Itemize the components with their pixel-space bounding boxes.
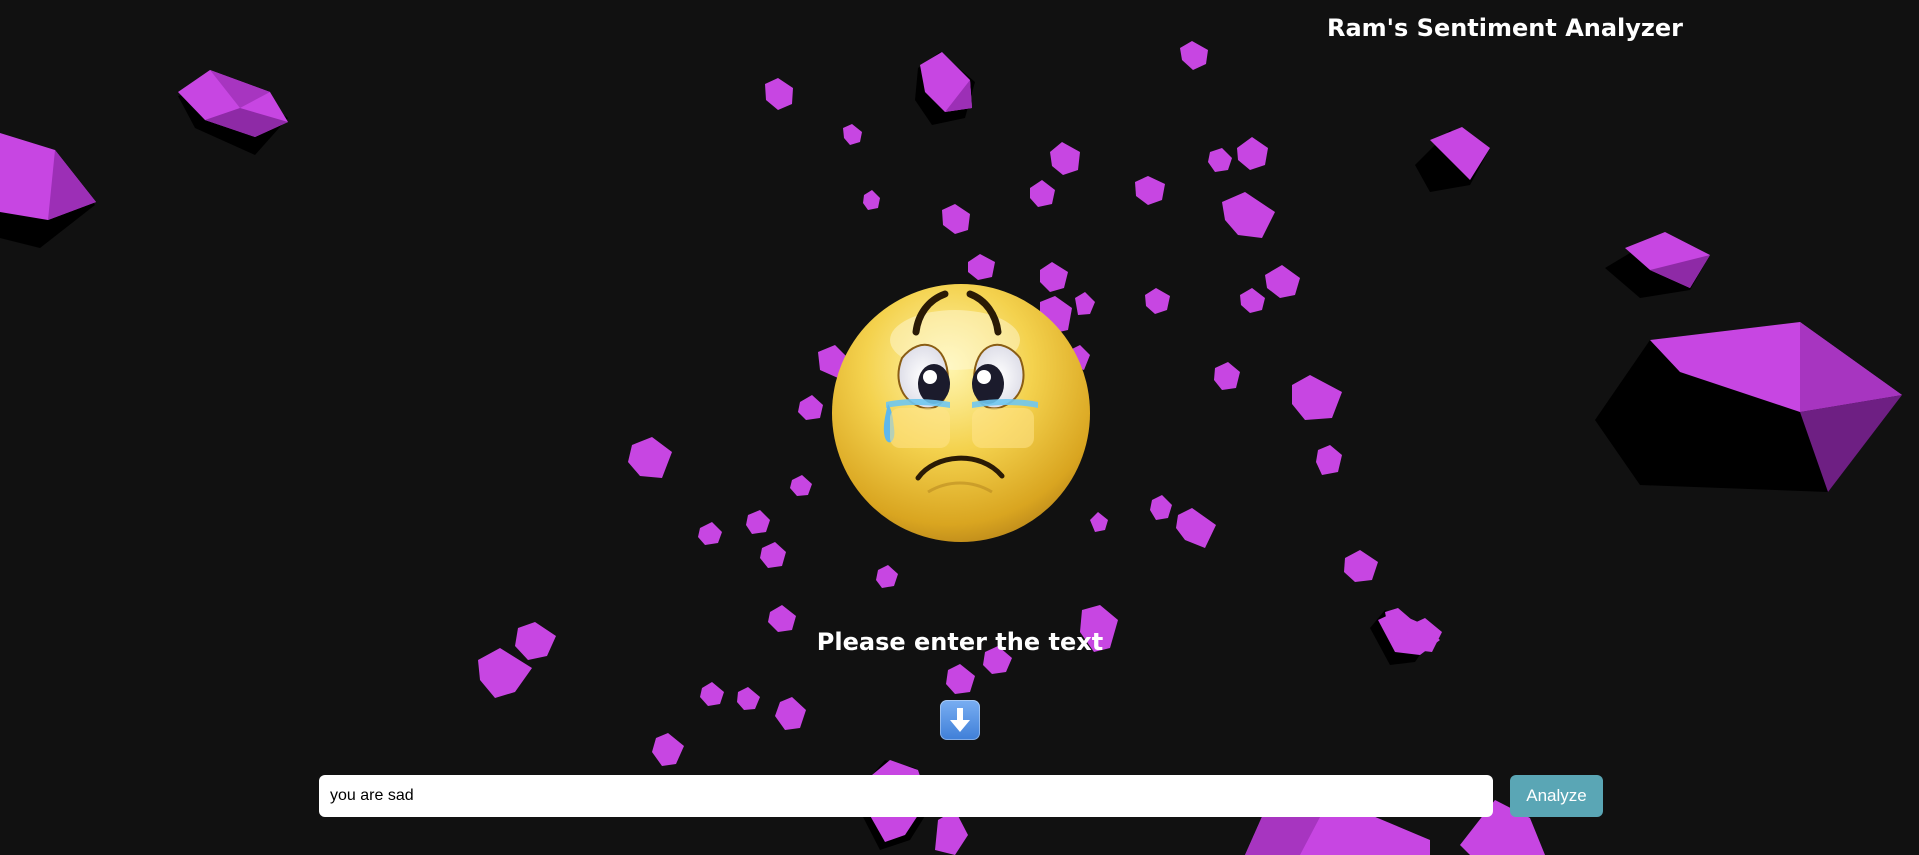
crystal-large-right [1595,322,1902,492]
prompt-heading: Please enter the text [816,628,1104,656]
text-input[interactable] [319,775,1493,817]
down-arrow-icon [940,700,980,740]
crystal-right-upper [1415,127,1490,192]
crying-face-icon [830,280,1092,546]
crystal-upper-left [178,70,288,155]
crystal-top-center [915,52,975,125]
crystal-right-mid [1605,232,1710,298]
analyze-button[interactable]: Analyze [1510,775,1603,817]
crystal-large-left [0,133,96,248]
app-title: Ram's Sentiment Analyzer [1326,14,1684,42]
